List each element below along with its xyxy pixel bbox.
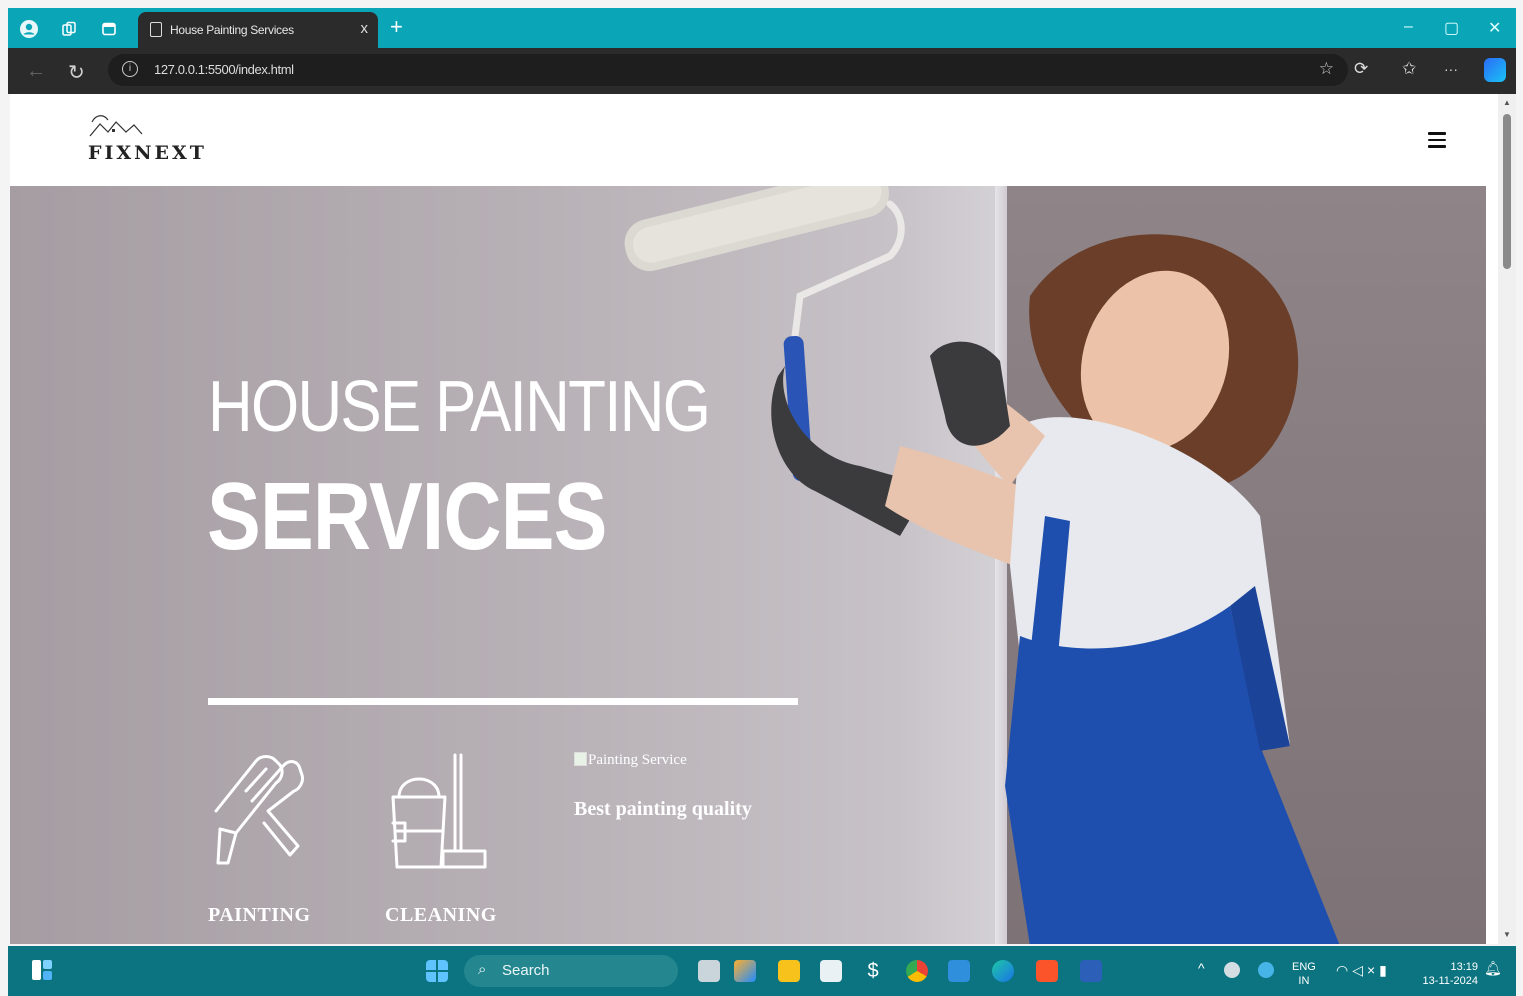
- broken-image-icon: [574, 752, 587, 766]
- tray-app-icon[interactable]: [1224, 962, 1240, 978]
- site-info-icon[interactable]: i: [122, 61, 138, 77]
- hero-divider: [208, 698, 798, 705]
- notification-bell-icon[interactable]: 🔔︎: [1484, 960, 1502, 977]
- image-alt-text: Painting Service: [588, 752, 687, 768]
- browser-tab[interactable]: House Painting Services x: [138, 12, 378, 48]
- edge-icon[interactable]: [992, 960, 1014, 982]
- close-window-button[interactable]: ✕: [1488, 18, 1501, 38]
- hero-tagline: Best painting quality: [574, 798, 752, 820]
- tray-cloud-icon[interactable]: [1258, 962, 1274, 978]
- scroll-thumb[interactable]: [1503, 114, 1511, 269]
- service-cleaning[interactable]: CLEANING: [385, 751, 515, 927]
- clock-date: 13-11-2024: [1422, 975, 1478, 987]
- maximize-button[interactable]: ▢: [1444, 18, 1459, 38]
- page-icon: [150, 22, 162, 37]
- service-label-cleaning: CLEANING: [385, 904, 497, 926]
- language-indicator[interactable]: ENG IN: [1292, 960, 1316, 988]
- store-icon[interactable]: [820, 960, 842, 982]
- extensions-icon[interactable]: ⟳: [1354, 59, 1368, 79]
- vscode-icon[interactable]: [948, 960, 970, 982]
- file-explorer-icon[interactable]: [778, 960, 800, 982]
- hero-title-line-2: SERVICES: [207, 463, 607, 570]
- start-icon[interactable]: [426, 960, 448, 982]
- tab-close-button[interactable]: x: [361, 20, 369, 37]
- copilot-app-icon[interactable]: [734, 960, 756, 982]
- workspaces-icon[interactable]: [58, 18, 80, 40]
- favorite-star-icon[interactable]: ☆: [1319, 59, 1334, 79]
- lang-region: IN: [1298, 975, 1310, 987]
- tray-status-icons[interactable]: ◠◁×▮: [1336, 962, 1391, 979]
- url-text[interactable]: 127.0.0.1:5500/index.html: [154, 62, 294, 77]
- hero-title-line-1: HOUSE PAINTING: [208, 367, 711, 447]
- page-scrollbar[interactable]: ▲ ▼: [1498, 94, 1516, 944]
- tab-title: House Painting Services: [170, 23, 294, 37]
- chrome-icon[interactable]: [906, 960, 928, 982]
- search-icon: ⌕: [478, 961, 487, 978]
- taskbar-search[interactable]: ⌕ Search: [464, 955, 678, 987]
- painter-photo: [624, 186, 1340, 944]
- browser-toolbar: ← ↻ i 127.0.0.1:5500/index.html ☆ ⟳ ✩ ··…: [8, 48, 1516, 94]
- refresh-icon[interactable]: ↻: [68, 60, 85, 85]
- bucket-mop-icon: [391, 753, 487, 869]
- lang-code: ENG: [1292, 961, 1316, 973]
- tray-expand-icon[interactable]: ^: [1198, 960, 1205, 976]
- service-painting[interactable]: PAINTING: [206, 751, 336, 927]
- hamburger-menu-icon[interactable]: [1428, 132, 1446, 148]
- brave-icon[interactable]: [1036, 960, 1058, 982]
- logo-text: FIXNEXT: [88, 142, 207, 164]
- new-tab-button[interactable]: +: [390, 14, 403, 40]
- logo-houses-icon: [89, 115, 143, 137]
- browser-titlebar: House Painting Services x + – ▢ ✕: [8, 8, 1516, 48]
- broken-image-painting-service: Painting Service: [574, 752, 687, 769]
- more-menu-icon[interactable]: ···: [1444, 61, 1458, 77]
- paint-roller-icon: [214, 755, 304, 865]
- clock[interactable]: 13:19 13-11-2024: [1408, 960, 1478, 988]
- site-header: FIXNEXT: [10, 94, 1486, 186]
- site-logo[interactable]: FIXNEXT: [86, 112, 216, 172]
- scroll-up-icon[interactable]: ▲: [1503, 98, 1511, 107]
- windows-taskbar: ⌕ Search $ ^ ENG IN ◠◁×▮ 13:19 13-11-202…: [8, 946, 1516, 996]
- hero-banner: HOUSE PAINTING SERVICES PAINTING CLEANIN…: [10, 186, 1486, 944]
- copilot-icon[interactable]: [1484, 58, 1506, 82]
- screen: House Painting Services x + – ▢ ✕ ← ↻ i …: [0, 0, 1523, 996]
- search-label: Search: [502, 962, 550, 979]
- page-viewport: FIXNEXT HOUSE PAINTING SERVICES PAINTING…: [10, 94, 1498, 944]
- service-label-painting: PAINTING: [208, 904, 311, 926]
- widgets-icon[interactable]: [30, 958, 54, 982]
- terminal-icon[interactable]: $: [862, 960, 884, 982]
- address-bar[interactable]: i 127.0.0.1:5500/index.html ☆: [108, 54, 1348, 86]
- tab-actions-icon[interactable]: [98, 18, 120, 40]
- battery-icon[interactable]: ▮: [1379, 962, 1391, 978]
- profile-icon[interactable]: [18, 18, 40, 40]
- word-icon[interactable]: [1080, 960, 1102, 982]
- back-icon[interactable]: ←: [26, 60, 46, 83]
- volume-icon[interactable]: ◁×: [1352, 962, 1379, 978]
- scroll-down-icon[interactable]: ▼: [1503, 930, 1511, 939]
- minimize-button[interactable]: –: [1404, 18, 1413, 36]
- wifi-icon[interactable]: ◠: [1336, 962, 1352, 978]
- task-view-icon[interactable]: [698, 960, 720, 982]
- favorites-icon[interactable]: ✩: [1402, 59, 1416, 79]
- clock-time: 13:19: [1450, 961, 1478, 973]
